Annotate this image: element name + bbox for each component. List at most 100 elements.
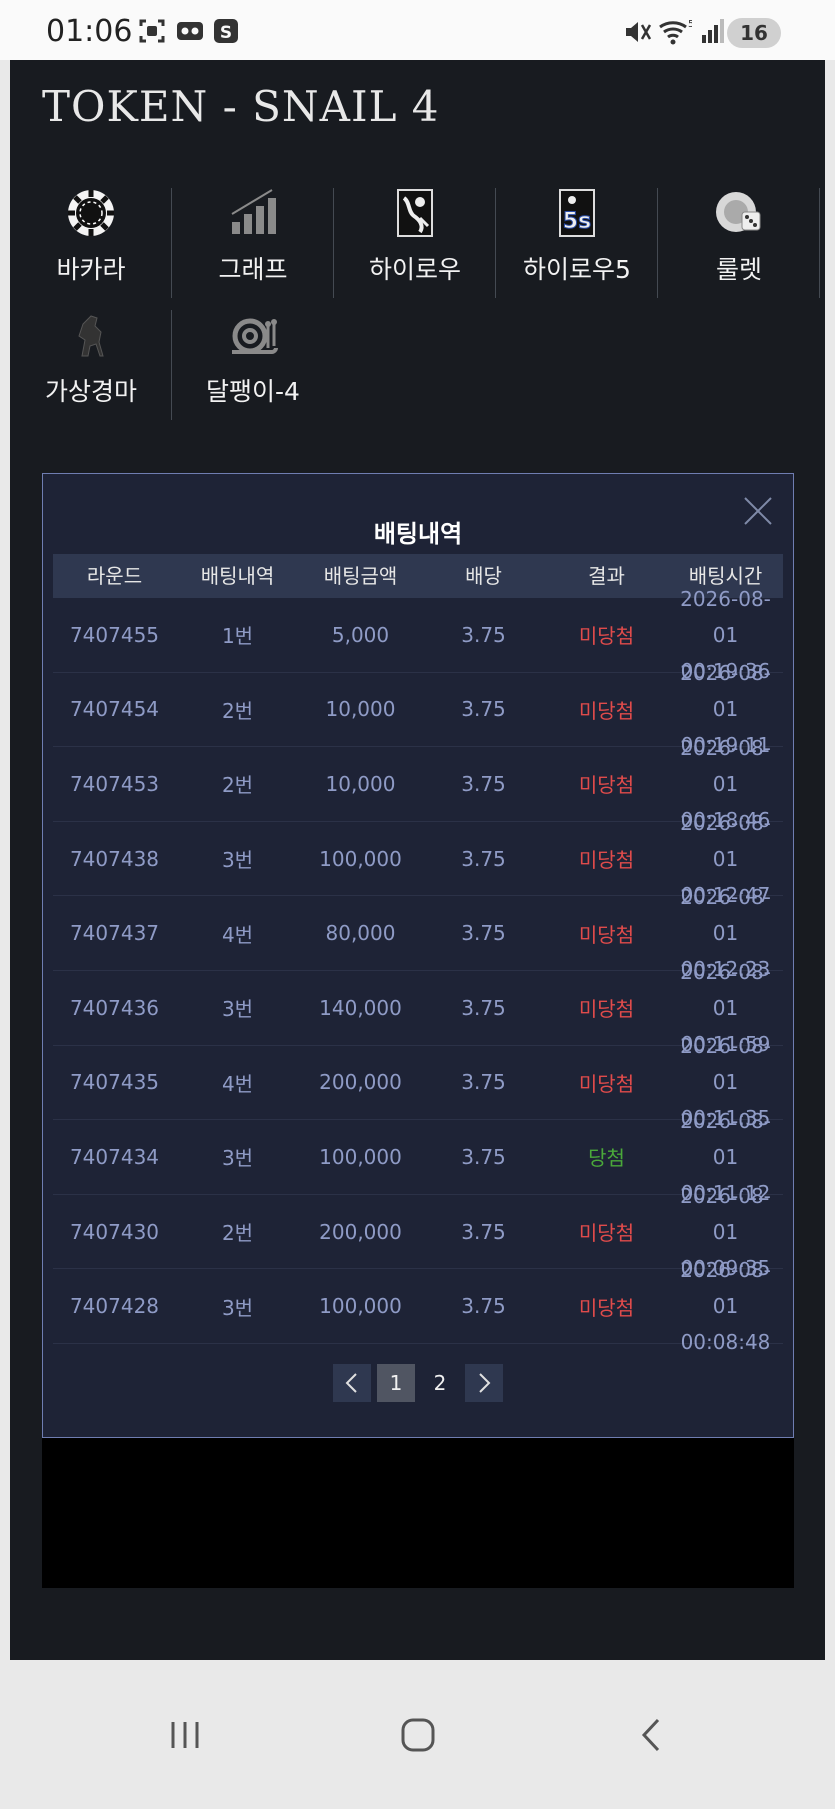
page-button-1[interactable]: 1 bbox=[377, 1364, 415, 1402]
pagination: 1 2 bbox=[43, 1364, 793, 1402]
cell-result: 미당첨 bbox=[578, 997, 635, 1022]
game-hilo[interactable]: 하이로우 bbox=[334, 188, 496, 298]
cell-round: 7407434 bbox=[69, 1144, 160, 1169]
header-amount: 배팅금액 bbox=[323, 564, 398, 588]
cell-date-text: 2026-08-01 bbox=[680, 885, 771, 946]
cell-date-text: 2026-08-01 bbox=[680, 661, 771, 722]
game-label: 달팽이-4 bbox=[206, 377, 300, 406]
cell-date-text: 2026-08-01 bbox=[680, 1034, 771, 1095]
game-label: 바카라 bbox=[56, 255, 126, 284]
battery-indicator: 16 bbox=[727, 18, 781, 48]
header-odds: 배당 bbox=[465, 564, 502, 588]
svg-text:S: S bbox=[220, 23, 232, 43]
cell-amount: 100,000 bbox=[319, 846, 402, 871]
system-nav-bar bbox=[0, 1660, 835, 1809]
cell-odds: 3.75 bbox=[461, 622, 506, 647]
prev-page-button[interactable] bbox=[333, 1364, 371, 1402]
cell-amount: 5,000 bbox=[331, 622, 390, 647]
dice-icon bbox=[714, 188, 764, 238]
game-label: 하이로우 bbox=[368, 255, 461, 284]
cell-date-text: 2026-08-01 bbox=[680, 1183, 771, 1244]
cell-result: 당첨 bbox=[588, 1146, 625, 1171]
game-hilo5[interactable]: 5s 하이로우5 bbox=[496, 188, 658, 298]
snail-icon bbox=[228, 310, 278, 360]
home-button[interactable] bbox=[393, 1710, 443, 1760]
svg-text:5s: 5s bbox=[563, 209, 591, 234]
cell-round: 7407437 bbox=[69, 921, 160, 946]
screenshot-icon bbox=[138, 17, 166, 49]
modal-title: 배팅내역 bbox=[373, 520, 463, 548]
cell-date-text: 2026-08-01 bbox=[680, 1258, 771, 1319]
cell-date-text: 2026-08-01 bbox=[680, 810, 771, 871]
cell-result: 미당첨 bbox=[578, 1071, 635, 1096]
cell-round: 7407438 bbox=[69, 846, 160, 871]
card-hilo5-icon: 5s bbox=[552, 188, 602, 238]
cell-round: 7407453 bbox=[69, 771, 160, 796]
cell-odds: 3.75 bbox=[461, 771, 506, 796]
cell-date-text: 2026-08-01 bbox=[680, 959, 771, 1020]
back-button[interactable] bbox=[626, 1710, 676, 1760]
cell-amount: 100,000 bbox=[319, 1144, 402, 1169]
game-horse-racing[interactable]: 가상경마 bbox=[10, 310, 172, 420]
header-round: 라운드 bbox=[86, 564, 143, 588]
cell-round: 7407430 bbox=[69, 1219, 160, 1244]
cell-date-text: 2026-08-01 bbox=[680, 586, 771, 647]
app-screen: TOKEN - SNAIL 4 바카라 그래프 하이로우 5s 하이로우5 룰렛… bbox=[10, 60, 825, 1660]
chevron-left-icon bbox=[345, 1373, 357, 1393]
game-roulette[interactable]: 룰렛 bbox=[658, 188, 820, 298]
cell-pick: 2번 bbox=[221, 773, 254, 798]
cell-pick: 3번 bbox=[221, 848, 254, 873]
app-s-icon: S bbox=[212, 17, 240, 49]
cell-date-text: 2026-08-01 bbox=[680, 735, 771, 796]
wifi-icon: 5 bbox=[658, 17, 694, 51]
cell-amount: 100,000 bbox=[319, 1294, 402, 1319]
cell-pick: 3번 bbox=[221, 1146, 254, 1171]
cell-odds: 3.75 bbox=[461, 921, 506, 946]
table-body: 7407455 1번 5,000 3.75 미당첨 2026-08-01 00:19:36 7… bbox=[53, 587, 783, 1354]
home-icon bbox=[401, 1718, 435, 1752]
cell-time: 2026-08-01 00:08:48 bbox=[668, 1252, 783, 1360]
page-button-2[interactable]: 2 bbox=[421, 1364, 459, 1402]
signal-icon bbox=[700, 17, 726, 49]
cell-result: 미당첨 bbox=[578, 1295, 635, 1320]
close-icon[interactable] bbox=[743, 496, 773, 526]
header-result: 결과 bbox=[588, 564, 625, 588]
poker-chip-icon bbox=[66, 188, 116, 238]
mute-icon bbox=[622, 17, 652, 51]
game-snail[interactable]: 달팽이-4 bbox=[172, 310, 334, 420]
cell-pick: 2번 bbox=[221, 698, 254, 723]
header-pick: 배팅내역 bbox=[200, 564, 275, 588]
bar-graph-icon bbox=[228, 188, 278, 238]
cell-round: 7407455 bbox=[69, 622, 160, 647]
cell-pick: 4번 bbox=[221, 1071, 254, 1096]
cell-odds: 3.75 bbox=[461, 697, 506, 722]
cell-amount: 80,000 bbox=[325, 921, 396, 946]
cell-round: 7407428 bbox=[69, 1294, 160, 1319]
content-panel bbox=[42, 1438, 794, 1588]
cell-result: 미당첨 bbox=[578, 624, 635, 649]
next-page-button[interactable] bbox=[465, 1364, 503, 1402]
game-label: 가상경마 bbox=[44, 377, 137, 406]
cell-odds: 3.75 bbox=[461, 995, 506, 1020]
svg-text:5: 5 bbox=[688, 19, 692, 30]
cell-round: 7407435 bbox=[69, 1070, 160, 1095]
recent-apps-button[interactable] bbox=[160, 1710, 210, 1760]
recents-icon bbox=[171, 1722, 199, 1748]
cell-pick: 3번 bbox=[221, 1295, 254, 1320]
cell-pick: 2번 bbox=[221, 1221, 254, 1246]
voicemail-icon bbox=[176, 17, 204, 49]
cell-odds: 3.75 bbox=[461, 1144, 506, 1169]
cell-date-text: 2026-08-01 bbox=[680, 1108, 771, 1169]
chevron-right-icon bbox=[479, 1373, 491, 1393]
game-label: 하이로우5 bbox=[523, 255, 631, 284]
back-icon bbox=[641, 1718, 660, 1752]
table-row: 7407428 3번 100,000 3.75 미당첨 2026-08-01 00:08:4… bbox=[53, 1258, 783, 1354]
cell-amount: 140,000 bbox=[319, 995, 402, 1020]
cell-result: 미당첨 bbox=[578, 698, 635, 723]
game-label: 룰렛 bbox=[715, 255, 762, 284]
game-graph[interactable]: 그래프 bbox=[172, 188, 334, 298]
cell-result: 미당첨 bbox=[578, 848, 635, 873]
cell-pick: 1번 bbox=[221, 624, 254, 649]
horse-icon bbox=[66, 310, 116, 360]
game-baccarat[interactable]: 바카라 bbox=[10, 188, 172, 298]
